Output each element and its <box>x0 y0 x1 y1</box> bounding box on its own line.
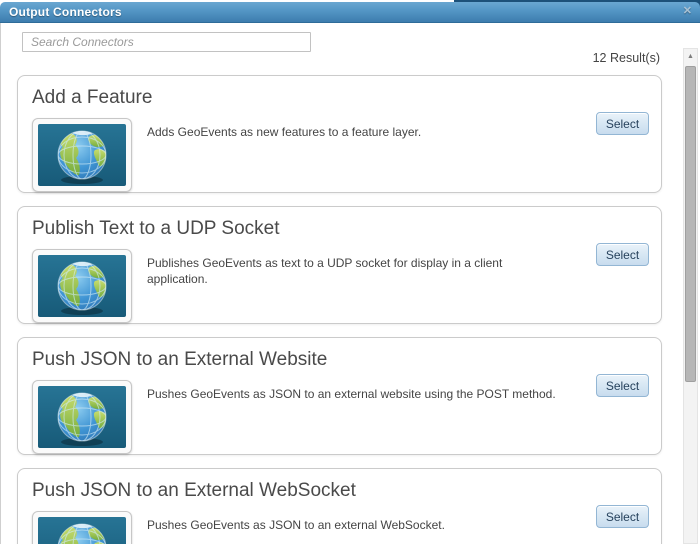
scrollbar-thumb[interactable] <box>685 66 696 382</box>
globe-icon <box>32 118 132 192</box>
connector-description: Pushes GeoEvents as JSON to an external … <box>147 387 556 401</box>
scroll-up-icon: ▲ <box>687 53 694 60</box>
connector-title: Push JSON to an External Website <box>32 349 328 370</box>
select-button[interactable]: Select <box>596 374 649 397</box>
results-count: 12 Result(s) <box>592 51 660 65</box>
dialog-titlebar: Output Connectors ✕ <box>0 2 700 23</box>
select-button[interactable]: Select <box>596 505 649 528</box>
globe-icon <box>32 380 132 454</box>
dialog-body: 12 Result(s) Add a Feature <box>0 23 700 544</box>
connector-description: Pushes GeoEvents as JSON to an external … <box>147 518 445 532</box>
scrollbar[interactable]: ▲ <box>683 48 698 544</box>
connector-card: Push JSON to an External Website Pushes … <box>17 337 662 455</box>
connector-card: Publish Text to a UDP Socket Publishes G… <box>17 206 662 324</box>
connector-card: Push JSON to an External WebSocket Pushe… <box>17 468 662 544</box>
connector-description: Adds GeoEvents as new features to a feat… <box>147 125 422 139</box>
select-button[interactable]: Select <box>596 243 649 266</box>
close-icon[interactable]: ✕ <box>683 4 692 17</box>
connector-list: Add a Feature Adds GeoEvents as new feat… <box>17 75 662 544</box>
output-connectors-dialog: Output Connectors ✕ 12 Result(s) Add a F… <box>0 0 700 544</box>
search-input[interactable] <box>22 32 311 52</box>
connector-title: Push JSON to an External WebSocket <box>32 480 356 501</box>
dialog-title: Output Connectors <box>9 5 122 19</box>
connector-title: Add a Feature <box>32 87 153 108</box>
connector-card: Add a Feature Adds GeoEvents as new feat… <box>17 75 662 193</box>
select-button[interactable]: Select <box>596 112 649 135</box>
connector-title: Publish Text to a UDP Socket <box>32 218 280 239</box>
connector-description: Publishes GeoEvents as text to a UDP soc… <box>147 256 503 287</box>
globe-icon <box>32 511 132 544</box>
scroll-up-button[interactable]: ▲ <box>684 49 697 64</box>
globe-icon <box>32 249 132 323</box>
